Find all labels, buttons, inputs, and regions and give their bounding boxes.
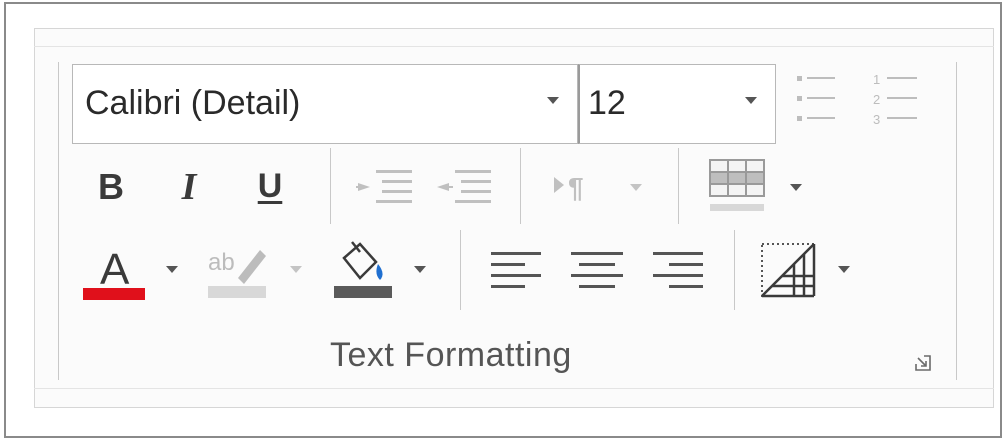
font-name-combo[interactable]: Calibri (Detail): [72, 64, 578, 144]
font-color-bar: [83, 288, 145, 300]
align-left-icon: [491, 252, 541, 288]
separator: [460, 230, 461, 310]
font-size-value: 12: [588, 84, 626, 122]
chevron-down-icon[interactable]: [838, 266, 850, 273]
svg-text:1: 1: [873, 72, 880, 87]
table-button[interactable]: [702, 154, 768, 218]
chevron-down-icon[interactable]: [790, 184, 802, 191]
chevron-down-icon[interactable]: [290, 266, 302, 273]
align-left-button[interactable]: [488, 244, 546, 298]
dialog-launcher-button[interactable]: [914, 354, 932, 372]
separator: [678, 148, 679, 224]
underline-label: U: [257, 166, 283, 205]
italic-label: I: [181, 166, 197, 208]
separator: [330, 148, 331, 224]
increase-indent-icon: [356, 170, 412, 203]
group-right-edge: [956, 62, 957, 380]
align-right-button[interactable]: [646, 244, 708, 298]
chevron-down-icon[interactable]: [745, 97, 757, 104]
bold-button[interactable]: B: [84, 160, 138, 214]
ribbon-panel-bottom-divider: [34, 388, 994, 389]
dialog-launcher-icon: [915, 355, 931, 371]
borders-icon: [761, 243, 816, 298]
group-left-edge: [58, 62, 59, 380]
decrease-indent-button[interactable]: [430, 160, 498, 216]
separator: [734, 230, 735, 310]
ribbon-panel-divider: [34, 46, 994, 47]
paragraph-direction-button[interactable]: ¶: [546, 162, 610, 212]
borders-button[interactable]: [756, 238, 820, 302]
italic-button[interactable]: I: [162, 160, 216, 214]
font-size-combo[interactable]: 12: [578, 64, 776, 144]
fill-color-button[interactable]: [328, 238, 398, 302]
font-color-label: A: [100, 245, 130, 294]
strikethrough-highlight-button[interactable]: ab: [202, 240, 272, 302]
text-highlight-icon: ab: [208, 249, 266, 298]
bold-label: B: [98, 166, 124, 207]
font-color-button[interactable]: A: [78, 240, 150, 302]
table-icon: [709, 159, 765, 211]
align-center-button[interactable]: [566, 244, 628, 298]
svg-text:¶: ¶: [568, 172, 584, 203]
bullets-button[interactable]: [788, 68, 846, 132]
align-right-icon: [653, 252, 703, 288]
font-name-value: Calibri (Detail): [85, 84, 301, 122]
bulleted-list-icon: [797, 76, 835, 121]
chevron-down-icon[interactable]: [166, 266, 178, 273]
svg-text:2: 2: [873, 92, 880, 107]
chevron-down-icon[interactable]: [547, 97, 559, 104]
numbering-button[interactable]: 1 2 3: [866, 68, 926, 132]
separator: [520, 148, 521, 224]
paint-bucket-icon: [334, 241, 392, 298]
group-label: Text Formatting: [330, 336, 572, 374]
align-center-icon: [571, 252, 623, 288]
strikethrough-label: ab: [208, 249, 235, 276]
paragraph-direction-icon: ¶: [554, 172, 584, 203]
chevron-down-icon[interactable]: [630, 184, 642, 191]
numbered-list-icon: 1 2 3: [873, 72, 917, 127]
underline-button[interactable]: U: [242, 158, 298, 214]
decrease-indent-icon: [437, 170, 491, 203]
svg-text:3: 3: [873, 112, 880, 127]
increase-indent-button[interactable]: [352, 160, 418, 216]
chevron-down-icon[interactable]: [414, 266, 426, 273]
font-color-icon: A: [83, 245, 145, 300]
